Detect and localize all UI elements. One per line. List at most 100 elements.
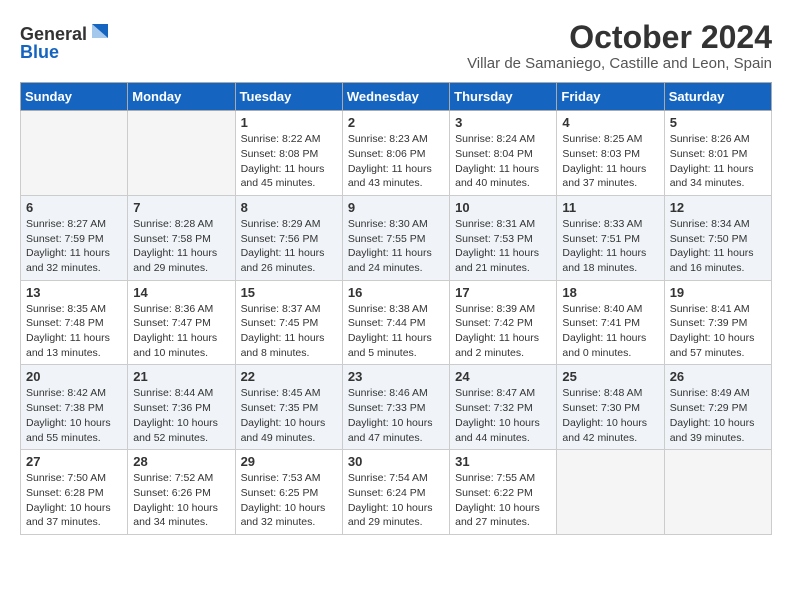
calendar-cell: 2Sunrise: 8:23 AM Sunset: 8:06 PM Daylig…	[342, 111, 449, 196]
calendar-cell: 14Sunrise: 8:36 AM Sunset: 7:47 PM Dayli…	[128, 280, 235, 365]
logo: General Blue	[20, 20, 110, 62]
day-number: 30	[348, 454, 444, 469]
calendar-cell: 31 Sunrise: 7:55 AM Sunset: 6:22 PM Dayli…	[450, 450, 557, 535]
day-info: Sunrise: 8:41 AM Sunset: 7:39 PM Dayligh…	[670, 302, 766, 361]
day-number: 15	[241, 285, 337, 300]
calendar-cell: 15 Sunrise: 8:37 AM Sunset: 7:45 PM Dayli…	[235, 280, 342, 365]
day-number: 16	[348, 285, 444, 300]
page-header: General Blue October 2024 Villar de Sama…	[20, 20, 772, 72]
calendar-cell: 29Sunrise: 7:53 AM Sunset: 6:25 PM Dayli…	[235, 450, 342, 535]
day-info: Sunrise: 8:39 AM Sunset: 7:42 PM Dayligh…	[455, 302, 551, 361]
day-number: 23	[348, 369, 444, 384]
day-number: 1	[241, 115, 337, 130]
day-info: Sunrise: 8:36 AM Sunset: 7:47 PM Dayligh…	[133, 302, 229, 361]
calendar-cell: 8Sunrise: 8:29 AM Sunset: 7:56 PM Daylig…	[235, 195, 342, 280]
day-info: Sunrise: 8:40 AM Sunset: 7:41 PM Dayligh…	[562, 302, 658, 361]
day-info: Sunrise: 8:35 AM Sunset: 7:48 PM Dayligh…	[26, 302, 122, 361]
calendar-cell: 3 Sunrise: 8:24 AM Sunset: 8:04 PM Daylig…	[450, 111, 557, 196]
calendar-cell: 20 Sunrise: 8:42 AM Sunset: 7:38 PM Dayli…	[21, 365, 128, 450]
calendar-cell: 25 Sunrise: 8:48 AM Sunset: 7:30 PM Dayli…	[557, 365, 664, 450]
day-info: Sunrise: 8:47 AM Sunset: 7:32 PM Dayligh…	[455, 386, 551, 445]
day-number: 28	[133, 454, 229, 469]
day-info: Sunrise: 8:24 AM Sunset: 8:04 PM Dayligh…	[455, 132, 551, 191]
location-title: Villar de Samaniego, Castille and Leon, …	[467, 55, 772, 72]
calendar-week-3: 13 Sunrise: 8:35 AM Sunset: 7:48 PM Dayli…	[21, 280, 772, 365]
svg-text:Blue: Blue	[20, 42, 59, 62]
calendar-cell: 22 Sunrise: 8:45 AM Sunset: 7:35 PM Dayli…	[235, 365, 342, 450]
header-thursday: Thursday	[450, 83, 557, 111]
calendar-cell: 6Sunrise: 8:27 AM Sunset: 7:59 PM Daylig…	[21, 195, 128, 280]
header-wednesday: Wednesday	[342, 83, 449, 111]
day-number: 27	[26, 454, 122, 469]
calendar-cell: 27 Sunrise: 7:50 AM Sunset: 6:28 PM Dayli…	[21, 450, 128, 535]
day-number: 21	[133, 369, 229, 384]
calendar-cell	[557, 450, 664, 535]
day-info: Sunrise: 8:29 AM Sunset: 7:56 PM Dayligh…	[241, 217, 337, 276]
day-number: 25	[562, 369, 658, 384]
day-info: Sunrise: 8:28 AM Sunset: 7:58 PM Dayligh…	[133, 217, 229, 276]
day-info: Sunrise: 7:52 AM Sunset: 6:26 PM Dayligh…	[133, 471, 229, 530]
day-info: Sunrise: 8:26 AM Sunset: 8:01 PM Dayligh…	[670, 132, 766, 191]
day-number: 17	[455, 285, 551, 300]
day-info: Sunrise: 7:50 AM Sunset: 6:28 PM Dayligh…	[26, 471, 122, 530]
day-info: Sunrise: 7:55 AM Sunset: 6:22 PM Dayligh…	[455, 471, 551, 530]
calendar-cell: 17 Sunrise: 8:39 AM Sunset: 7:42 PM Dayli…	[450, 280, 557, 365]
calendar-cell: 23 Sunrise: 8:46 AM Sunset: 7:33 PM Dayli…	[342, 365, 449, 450]
calendar-cell	[664, 450, 771, 535]
day-number: 26	[670, 369, 766, 384]
day-info: Sunrise: 8:33 AM Sunset: 7:51 PM Dayligh…	[562, 217, 658, 276]
day-number: 7	[133, 200, 229, 215]
calendar-table: SundayMondayTuesdayWednesdayThursdayFrid…	[20, 82, 772, 535]
day-number: 19	[670, 285, 766, 300]
svg-text:General: General	[20, 24, 87, 44]
calendar-cell: 24 Sunrise: 8:47 AM Sunset: 7:32 PM Dayli…	[450, 365, 557, 450]
day-info: Sunrise: 8:37 AM Sunset: 7:45 PM Dayligh…	[241, 302, 337, 361]
calendar-cell	[128, 111, 235, 196]
calendar-cell: 21 Sunrise: 8:44 AM Sunset: 7:36 PM Dayli…	[128, 365, 235, 450]
day-number: 5	[670, 115, 766, 130]
day-info: Sunrise: 8:25 AM Sunset: 8:03 PM Dayligh…	[562, 132, 658, 191]
day-number: 20	[26, 369, 122, 384]
day-number: 13	[26, 285, 122, 300]
calendar-cell: 12 Sunrise: 8:34 AM Sunset: 7:50 PM Dayli…	[664, 195, 771, 280]
day-number: 10	[455, 200, 551, 215]
day-number: 31	[455, 454, 551, 469]
calendar-cell: 4 Sunrise: 8:25 AM Sunset: 8:03 PM Daylig…	[557, 111, 664, 196]
calendar-header-row: SundayMondayTuesdayWednesdayThursdayFrid…	[21, 83, 772, 111]
day-info: Sunrise: 7:54 AM Sunset: 6:24 PM Dayligh…	[348, 471, 444, 530]
day-info: Sunrise: 8:42 AM Sunset: 7:38 PM Dayligh…	[26, 386, 122, 445]
calendar-cell: 28 Sunrise: 7:52 AM Sunset: 6:26 PM Dayli…	[128, 450, 235, 535]
day-number: 3	[455, 115, 551, 130]
day-info: Sunrise: 8:46 AM Sunset: 7:33 PM Dayligh…	[348, 386, 444, 445]
day-info: Sunrise: 8:49 AM Sunset: 7:29 PM Dayligh…	[670, 386, 766, 445]
calendar-cell: 30 Sunrise: 7:54 AM Sunset: 6:24 PM Dayli…	[342, 450, 449, 535]
day-number: 4	[562, 115, 658, 130]
logo-svg: General Blue	[20, 20, 110, 62]
day-number: 12	[670, 200, 766, 215]
day-number: 22	[241, 369, 337, 384]
title-area: October 2024 Villar de Samaniego, Castil…	[467, 20, 772, 72]
header-monday: Monday	[128, 83, 235, 111]
day-info: Sunrise: 8:48 AM Sunset: 7:30 PM Dayligh…	[562, 386, 658, 445]
header-friday: Friday	[557, 83, 664, 111]
day-info: Sunrise: 8:31 AM Sunset: 7:53 PM Dayligh…	[455, 217, 551, 276]
calendar-cell	[21, 111, 128, 196]
calendar-cell: 13 Sunrise: 8:35 AM Sunset: 7:48 PM Dayli…	[21, 280, 128, 365]
header-saturday: Saturday	[664, 83, 771, 111]
day-info: Sunrise: 8:44 AM Sunset: 7:36 PM Dayligh…	[133, 386, 229, 445]
calendar-cell: 16 Sunrise: 8:38 AM Sunset: 7:44 PM Dayli…	[342, 280, 449, 365]
day-number: 29	[241, 454, 337, 469]
day-info: Sunrise: 8:22 AM Sunset: 8:08 PM Dayligh…	[241, 132, 337, 191]
calendar-week-4: 20 Sunrise: 8:42 AM Sunset: 7:38 PM Dayli…	[21, 365, 772, 450]
day-info: Sunrise: 8:45 AM Sunset: 7:35 PM Dayligh…	[241, 386, 337, 445]
calendar-cell: 11Sunrise: 8:33 AM Sunset: 7:51 PM Dayli…	[557, 195, 664, 280]
calendar-cell: 7 Sunrise: 8:28 AM Sunset: 7:58 PM Daylig…	[128, 195, 235, 280]
day-number: 24	[455, 369, 551, 384]
calendar-week-1: 1 Sunrise: 8:22 AM Sunset: 8:08 PM Daylig…	[21, 111, 772, 196]
day-info: Sunrise: 8:34 AM Sunset: 7:50 PM Dayligh…	[670, 217, 766, 276]
header-sunday: Sunday	[21, 83, 128, 111]
day-number: 9	[348, 200, 444, 215]
day-info: Sunrise: 8:38 AM Sunset: 7:44 PM Dayligh…	[348, 302, 444, 361]
calendar-cell: 5 Sunrise: 8:26 AM Sunset: 8:01 PM Daylig…	[664, 111, 771, 196]
day-number: 18	[562, 285, 658, 300]
